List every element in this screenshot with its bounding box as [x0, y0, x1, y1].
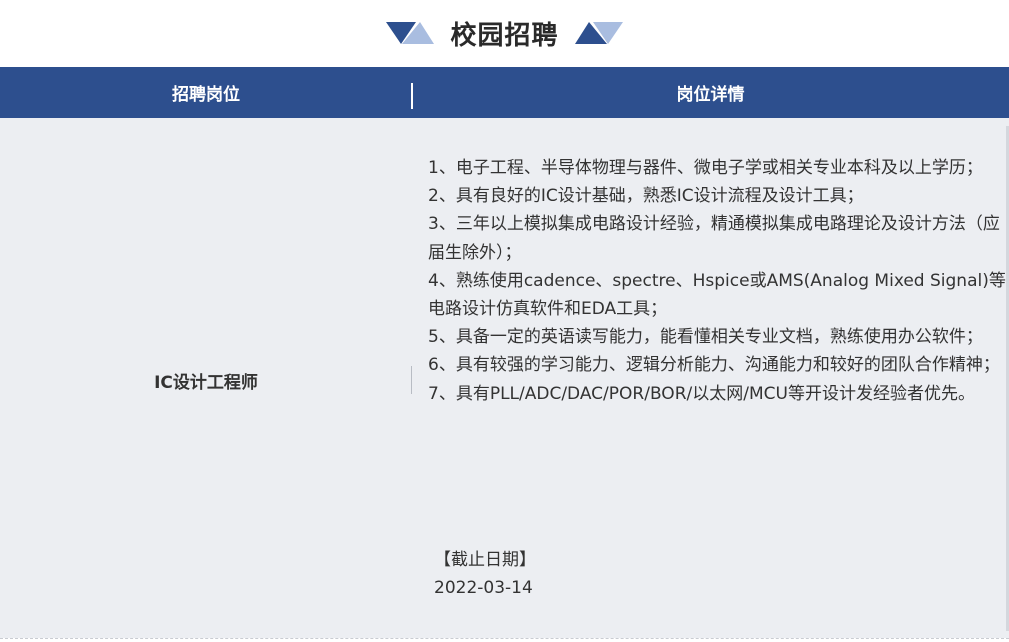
deadline-block: 【截止日期】 2022-03-14	[434, 546, 536, 602]
column-divider	[411, 366, 412, 394]
deadline-date: 2022-03-14	[434, 578, 533, 598]
requirement-item: 6、具有较强的学习能力、逻辑分析能力、沟通能力和较好的团队合作精神；	[428, 355, 1000, 376]
position-name: IC设计工程师	[154, 373, 258, 393]
requirement-item: 2、具有良好的IC设计基础，熟悉IC设计流程及设计工具；	[428, 186, 864, 207]
header-position: 招聘岗位	[172, 85, 240, 105]
deadline-label: 【截止日期】	[434, 550, 536, 570]
requirements-list: 1、电子工程、半导体物理与器件、微电子学或相关专业本科及以上学历； 2、具有良好…	[428, 154, 1006, 408]
left-triangles-icon	[386, 22, 435, 44]
page: 校园招聘 招聘岗位 岗位详情 IC设计工程师 1、电子工程、半导体物理与器件、微…	[0, 0, 1009, 642]
header-details: 岗位详情	[676, 85, 745, 105]
requirement-item: 1、电子工程、半导体物理与器件、微电子学或相关专业本科及以上学历；	[428, 158, 983, 178]
section-title-bar: 校园招聘	[0, 0, 1009, 66]
section-title: 校园招聘	[450, 20, 559, 51]
header-divider	[411, 83, 413, 109]
requirement-item: 4、熟练使用cadence、spectre、Hspice或AMS(Analog …	[428, 270, 1006, 320]
requirement-item: 5、具备一定的英语读写能力，能看懂相关专业文档，熟练使用办公软件；	[428, 327, 983, 348]
requirement-item: 7、具有PLL/ADC/DAC/POR/BOR/以太网/MCU等开设计发经验者优…	[428, 383, 975, 404]
table-header: 招聘岗位 岗位详情	[0, 67, 1009, 118]
bottom-border	[0, 638, 1009, 640]
requirement-item: 3、三年以上模拟集成电路设计经验，精通模拟集成电路理论及设计方法（应届生除外）；	[428, 214, 1000, 263]
right-triangles-icon	[574, 22, 623, 44]
table-row: IC设计工程师 1、电子工程、半导体物理与器件、微电子学或相关专业本科及以上学历…	[0, 118, 1009, 638]
